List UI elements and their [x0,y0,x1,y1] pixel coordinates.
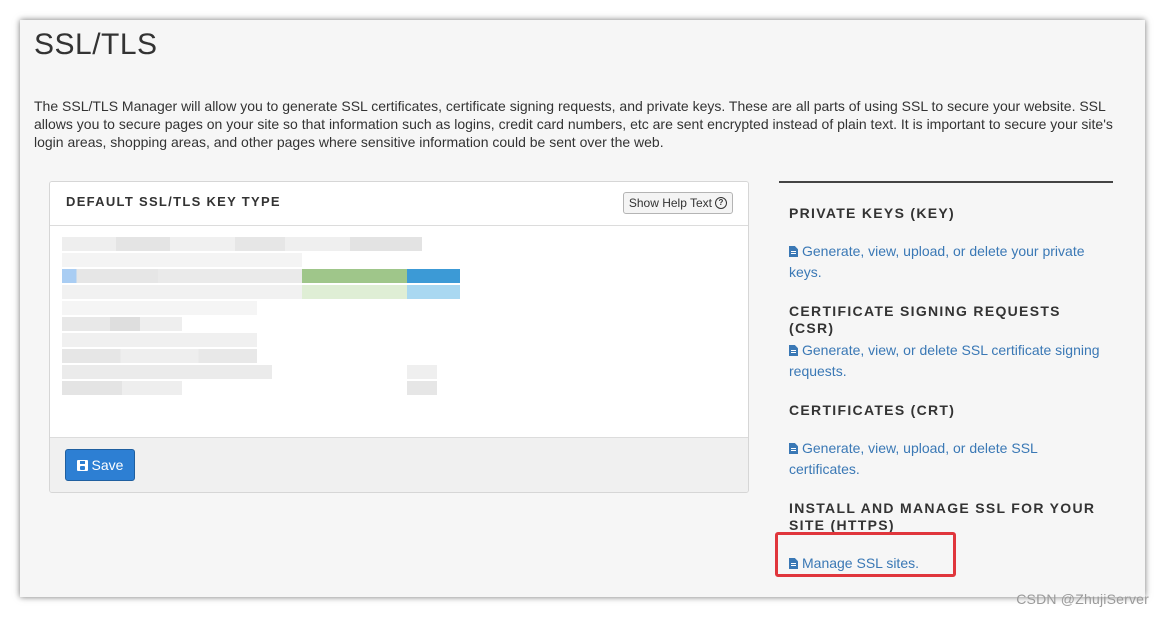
blurred-row [62,317,182,331]
blurred-row [62,237,422,251]
save-button-label: Save [91,457,124,473]
blurred-row [302,269,407,283]
save-button[interactable]: Save [65,449,135,481]
panel-header: DEFAULT SSL/TLS KEY TYPE Show Help Text … [50,182,748,226]
blurred-row [62,253,302,267]
ssl-sections-column: PRIVATE KEYS (KEY) Generate, view, uploa… [779,181,1113,571]
highlight-annotation [775,532,956,577]
blurred-row [62,349,257,363]
page-title: SSL/TLS [34,28,158,61]
panel-footer: Save [50,437,748,492]
page-intro: The SSL/TLS Manager will allow you to ge… [34,98,1113,150]
section-title-certificates: CERTIFICATES (CRT) [789,402,956,418]
blurred-row [62,285,302,299]
section-title-csr: CERTIFICATE SIGNING REQUESTS (CSR) [789,303,1061,336]
blurred-row [407,269,460,283]
blurred-row [302,285,407,299]
question-circle-icon: ? [715,197,727,209]
show-help-text-button[interactable]: Show Help Text ? [622,192,733,214]
blurred-row [62,381,182,395]
blurred-row [62,365,272,379]
panel-title: DEFAULT SSL/TLS KEY TYPE [66,194,281,209]
blurred-row [407,365,437,379]
csr-link-text: Generate, view, or delete SSL certificat… [789,342,1100,379]
help-button-label: Show Help Text [628,196,712,210]
csr-link[interactable]: Generate, view, or delete SSL certificat… [789,340,1109,382]
certificates-link-text: Generate, view, upload, or delete SSL ce… [789,440,1038,477]
file-icon [789,246,798,257]
blurred-row [407,381,437,395]
watermark: CSDN @ZhujiServer [1016,591,1149,607]
blurred-row [62,333,257,347]
private-keys-link-text: Generate, view, upload, or delete your p… [789,243,1085,280]
file-icon [789,443,798,454]
section-title-private-keys: PRIVATE KEYS (KEY) [789,205,956,221]
blurred-row [62,301,257,315]
key-type-panel: DEFAULT SSL/TLS KEY TYPE Show Help Text … [49,181,749,493]
blurred-row [62,269,302,283]
blurred-key-type-options [62,237,462,397]
floppy-disk-icon [76,459,88,471]
section-title-install-manage-ssl: INSTALL AND MANAGE SSL FOR YOUR SITE (HT… [789,500,1096,533]
ssl-tls-manager-window: SSL/TLS The SSL/TLS Manager will allow y… [20,20,1145,597]
private-keys-link[interactable]: Generate, view, upload, or delete your p… [789,241,1109,283]
file-icon [789,345,798,356]
certificates-link[interactable]: Generate, view, upload, or delete SSL ce… [789,438,1109,480]
blurred-row [407,285,460,299]
